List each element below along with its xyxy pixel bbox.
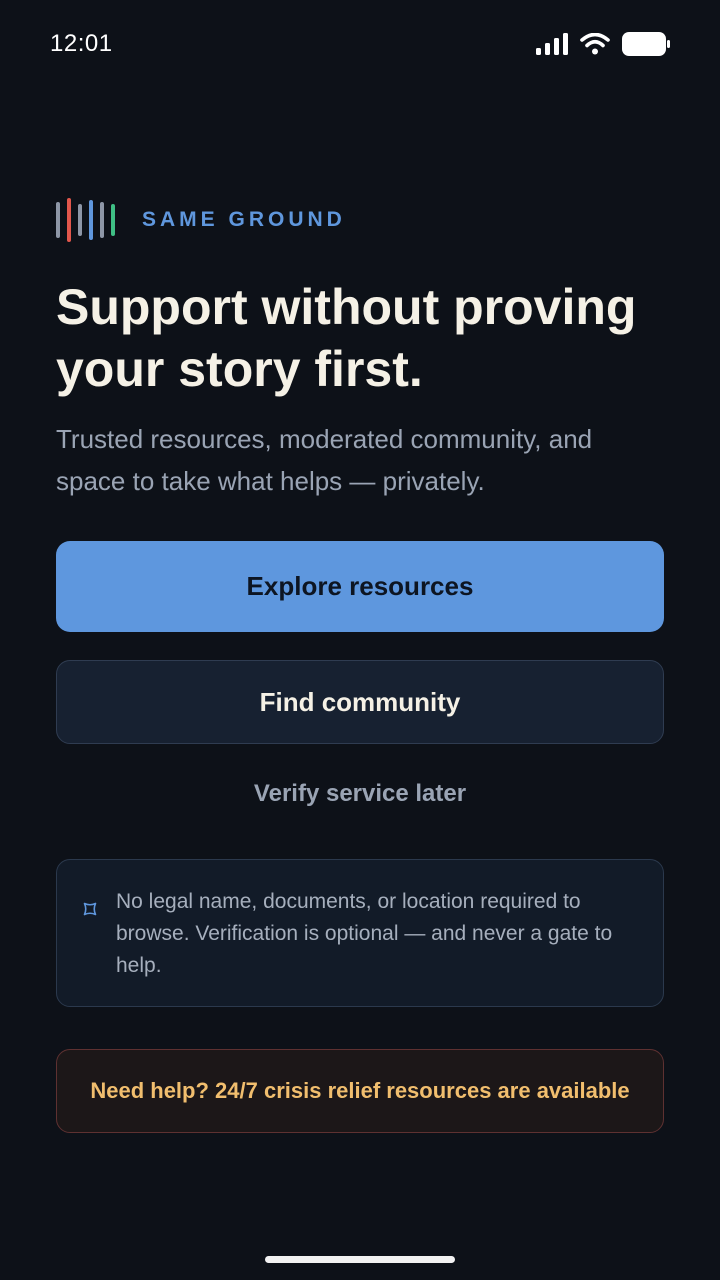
brand-logo-icon	[56, 198, 115, 242]
logo-bar	[56, 202, 60, 238]
find-community-button[interactable]: Find community	[56, 660, 664, 744]
brand: SAME GROUND	[56, 198, 346, 242]
home-indicator	[265, 1256, 455, 1263]
brand-name: SAME GROUND	[142, 208, 346, 231]
status-time: 12:01	[50, 30, 113, 57]
verify-service-later-link[interactable]: Verify service later	[56, 780, 664, 808]
battery-icon	[622, 32, 670, 56]
logo-bar	[89, 200, 93, 240]
privacy-note-card: No legal name, documents, or location re…	[56, 859, 664, 1007]
status-bar: 12:01	[0, 0, 720, 90]
privacy-note-text: No legal name, documents, or location re…	[116, 890, 613, 977]
shield-icon	[83, 902, 97, 916]
explore-resources-button[interactable]: Explore resources	[56, 541, 664, 632]
signal-icon	[536, 33, 568, 55]
status-icons	[536, 32, 670, 56]
wifi-icon	[580, 33, 610, 55]
logo-bar	[111, 204, 115, 236]
logo-bar	[67, 198, 71, 242]
logo-bar	[100, 202, 104, 238]
page-title: Support without proving your story first…	[56, 279, 637, 397]
crisis-help-text: Need help? 24/7 crisis relief resources …	[90, 1078, 630, 1103]
crisis-help-banner[interactable]: Need help? 24/7 crisis relief resources …	[56, 1049, 664, 1133]
page-subtitle: Trusted resources, moderated community, …	[56, 424, 593, 496]
logo-bar	[78, 204, 82, 236]
